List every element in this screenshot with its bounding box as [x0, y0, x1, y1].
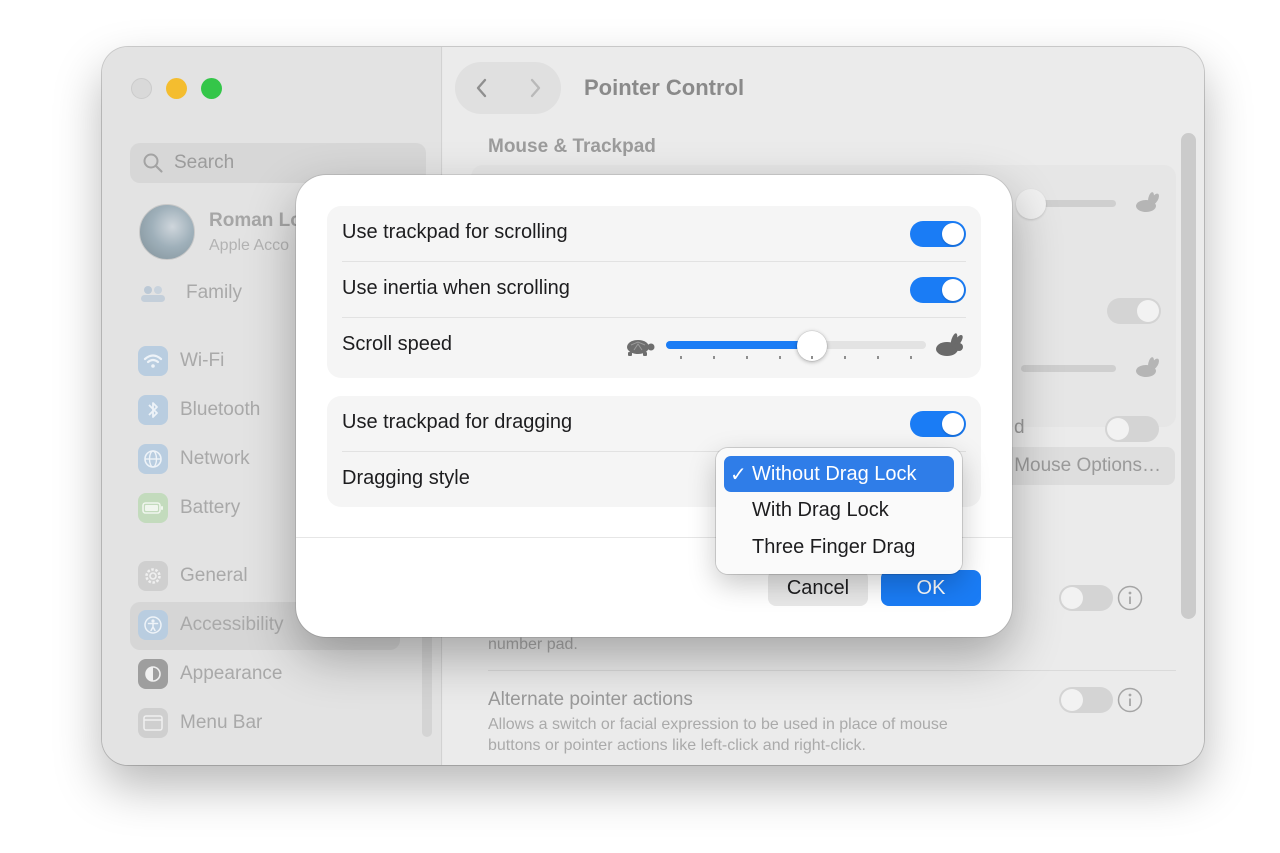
zoom-window-button[interactable]: [201, 78, 222, 99]
slider-tick: [680, 356, 682, 359]
sidebar-item-label: Battery: [180, 497, 241, 518]
row-use-trackpad-scrolling: Use trackpad for scrolling: [327, 206, 981, 262]
avatar[interactable]: [139, 204, 195, 260]
background-toggle: [1107, 298, 1161, 324]
info-icon[interactable]: [1117, 585, 1143, 611]
background-partial-label: d: [1014, 417, 1025, 438]
globe-icon: [138, 444, 168, 474]
sidebar-item-network[interactable]: Network: [138, 443, 250, 475]
menu-item-label: Three Finger Drag: [752, 536, 916, 558]
family-icon: [138, 278, 168, 308]
navigation-buttons: [455, 62, 561, 114]
close-window-button[interactable]: [131, 78, 152, 99]
forward-chevron-icon[interactable]: [525, 76, 545, 100]
sidebar-item-family[interactable]: Family: [138, 277, 242, 309]
row-use-trackpad-dragging: Use trackpad for dragging: [327, 396, 981, 452]
account-name[interactable]: Roman Lo: [209, 210, 299, 232]
sidebar-item-label: Bluetooth: [180, 399, 261, 420]
turtle-icon: [627, 340, 655, 356]
bluetooth-icon: [138, 395, 168, 425]
row-scroll-speed: Scroll speed: [327, 318, 981, 374]
sidebar-item-bluetooth[interactable]: Bluetooth: [138, 394, 260, 426]
menu-item-label: With Drag Lock: [752, 499, 889, 521]
sidebar-item-label: Family: [186, 282, 242, 303]
search-placeholder: Search: [174, 152, 235, 173]
sidebar-item-battery[interactable]: Battery: [138, 492, 240, 524]
battery-icon: [138, 493, 168, 523]
alternate-pointer-description-1: Allows a switch or facial expression to …: [488, 716, 948, 733]
scroll-speed-slider-fill: [666, 341, 812, 349]
alternate-pointer-description-2: buttons or pointer actions like left-cli…: [488, 737, 866, 754]
row-label: Dragging style: [342, 467, 470, 489]
menubar-icon: [138, 708, 168, 738]
use-trackpad-scrolling-toggle[interactable]: [910, 221, 966, 247]
gear-icon: [138, 561, 168, 591]
info-icon-2[interactable]: [1117, 687, 1143, 713]
background-toggle-3: [1059, 585, 1113, 611]
slider-tick: [877, 356, 880, 359]
scrolling-group: Use trackpad for scrolling Use inertia w…: [327, 206, 981, 378]
sidebar-item-wifi[interactable]: Wi-Fi: [138, 345, 224, 377]
back-chevron-icon[interactable]: [472, 76, 492, 100]
slider-tick: [811, 356, 814, 359]
mouse-options-button[interactable]: Mouse Options…: [1003, 447, 1175, 485]
slider-tick: [910, 356, 912, 359]
number-pad-description: number pad.: [488, 636, 578, 653]
wifi-icon: [138, 346, 168, 376]
menu-item-three-finger-drag[interactable]: Three Finger Drag: [724, 529, 954, 565]
row-label: Use trackpad for dragging: [342, 411, 573, 433]
sidebar-item-label: Menu Bar: [180, 712, 263, 733]
background-slider-knob: [1016, 189, 1046, 219]
account-subtitle: Apple Acco: [209, 237, 290, 254]
sidebar-item-label: Wi-Fi: [180, 350, 225, 371]
sidebar-item-label: Accessibility: [180, 614, 284, 635]
search-icon: [143, 153, 163, 173]
main-scrollbar[interactable]: [1181, 133, 1196, 619]
sidebar-item-menu-bar[interactable]: Menu Bar: [138, 707, 262, 739]
row-label: Use inertia when scrolling: [342, 277, 570, 299]
row-label: Use trackpad for scrolling: [342, 221, 568, 243]
dragging-style-menu: ✓ Without Drag Lock With Drag Lock Three…: [716, 448, 962, 574]
menu-item-label: Without Drag Lock: [752, 463, 917, 485]
background-toggle-2: [1105, 416, 1159, 442]
page-title: Pointer Control: [584, 75, 745, 100]
row-use-inertia: Use inertia when scrolling: [327, 262, 981, 318]
alternate-pointer-toggle[interactable]: [1059, 687, 1113, 713]
checkmark-icon: ✓: [730, 464, 747, 486]
alternate-pointer-title: Alternate pointer actions: [488, 689, 693, 710]
cancel-button[interactable]: Cancel: [768, 570, 868, 606]
minimize-window-button[interactable]: [166, 78, 187, 99]
sidebar-item-accessibility[interactable]: Accessibility: [138, 609, 283, 641]
background-slider-track-2: [1021, 365, 1116, 372]
rabbit-icon-2: [1136, 357, 1159, 377]
divider: [488, 670, 1176, 671]
appearance-icon: [138, 659, 168, 689]
menu-item-with-drag-lock[interactable]: With Drag Lock: [724, 492, 954, 528]
menu-item-without-drag-lock[interactable]: ✓ Without Drag Lock: [724, 456, 954, 492]
accessibility-icon: [138, 610, 168, 640]
sidebar-item-label: Network: [180, 448, 250, 469]
sidebar-item-label: Appearance: [180, 663, 283, 684]
section-title: Mouse & Trackpad: [488, 136, 656, 157]
rabbit-icon: [936, 333, 963, 356]
sidebar-item-general[interactable]: General: [138, 560, 248, 592]
use-trackpad-dragging-toggle[interactable]: [910, 411, 966, 437]
slider-tick: [745, 356, 748, 359]
sidebar-item-label: General: [180, 565, 248, 586]
rabbit-icon: [1136, 192, 1159, 212]
use-inertia-toggle[interactable]: [910, 277, 966, 303]
slider-tick: [778, 356, 781, 359]
slider-tick: [712, 356, 715, 359]
row-label: Scroll speed: [342, 333, 453, 355]
sidebar-item-appearance[interactable]: Appearance: [138, 658, 282, 690]
ok-button[interactable]: OK: [881, 570, 981, 606]
slider-tick: [844, 356, 847, 359]
